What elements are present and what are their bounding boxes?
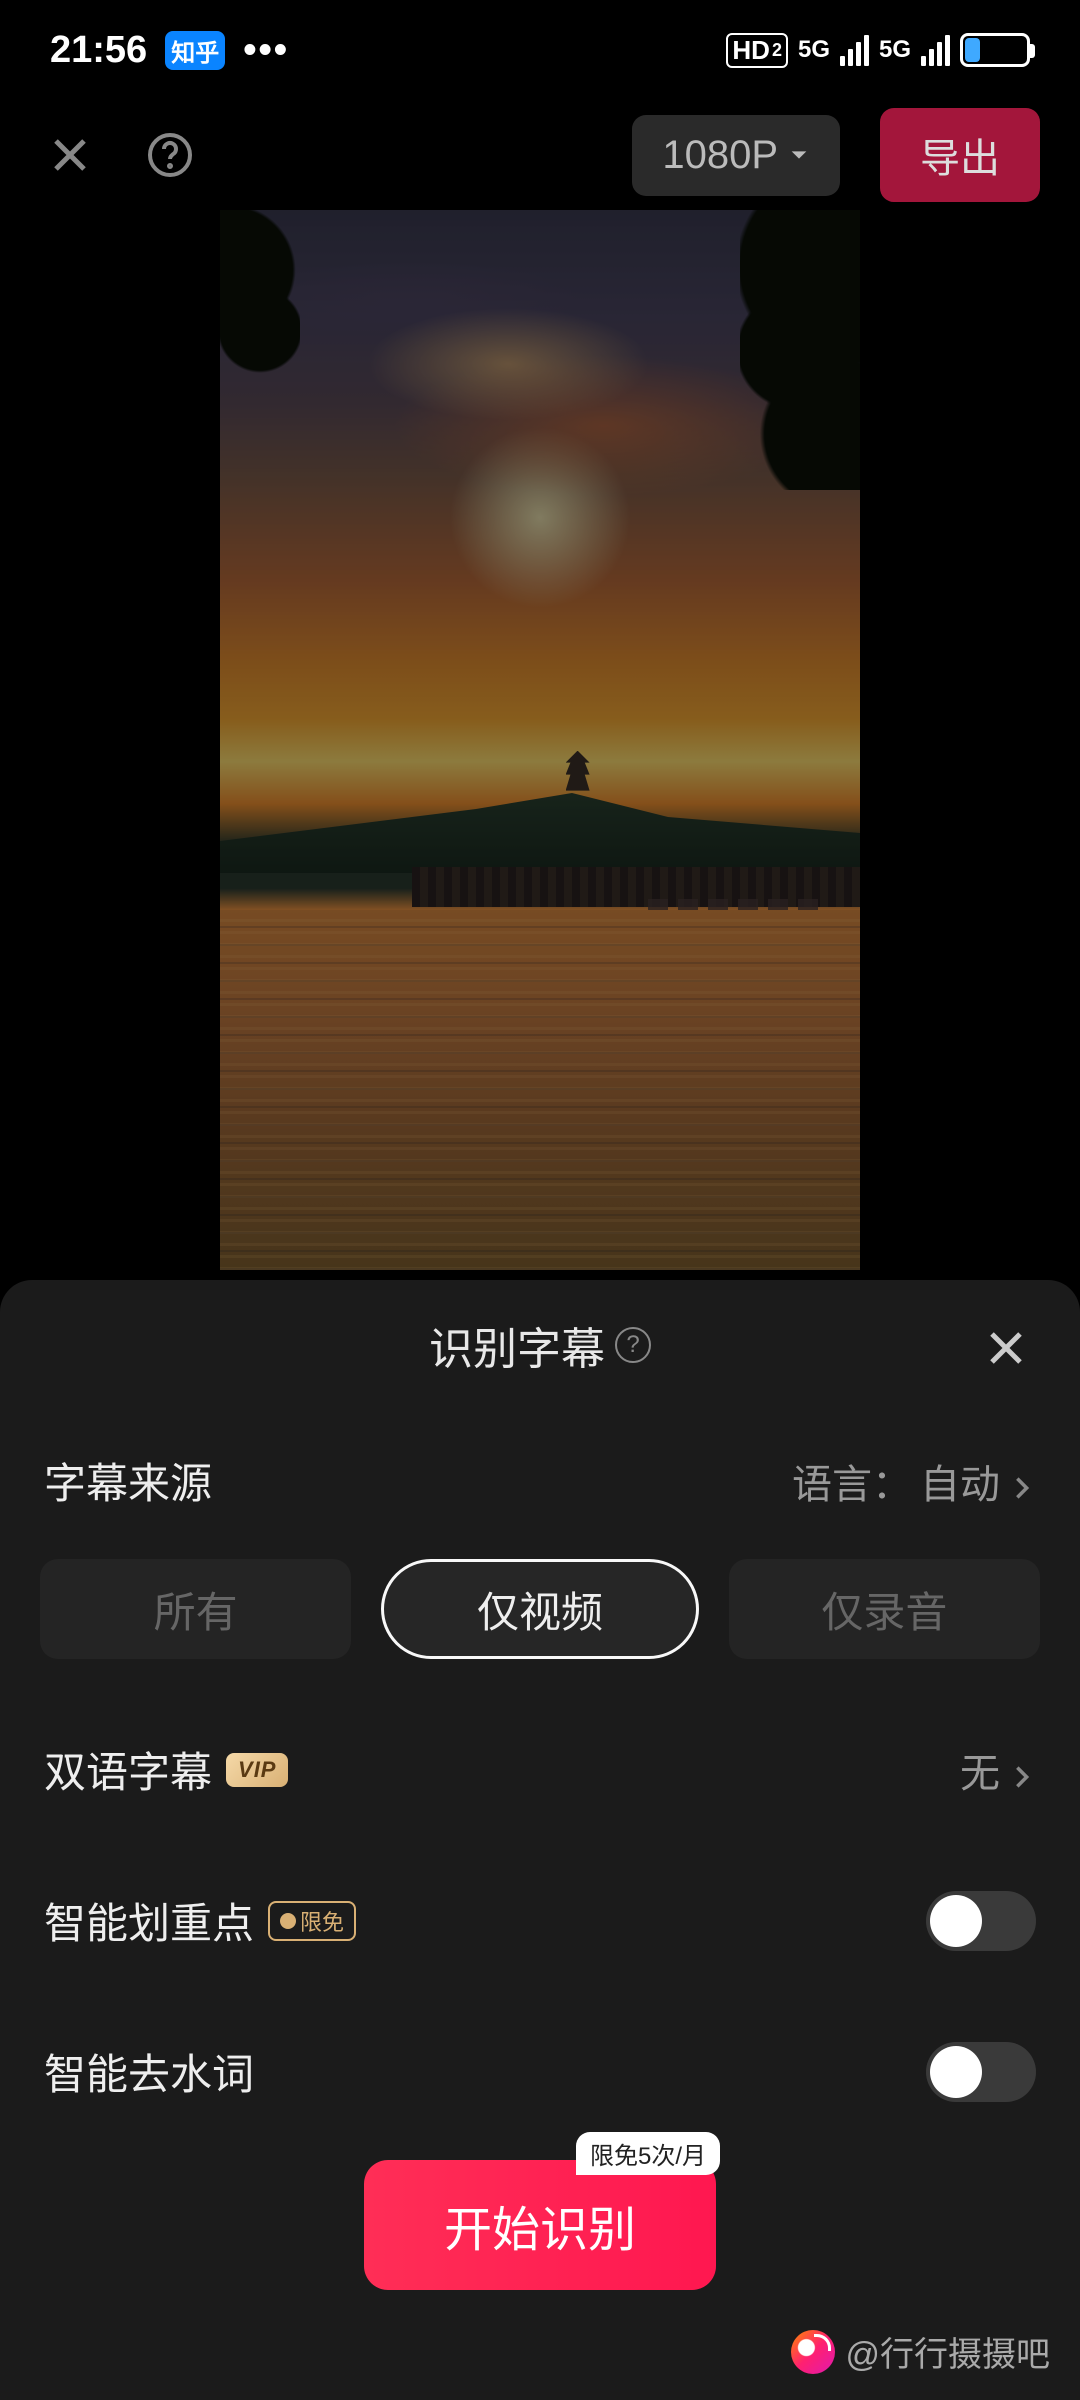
close-button[interactable] (40, 125, 100, 185)
weibo-handle: @行行摄摄吧 (845, 2327, 1050, 2376)
highlight-toggle[interactable] (926, 1891, 1036, 1951)
panel-close-button[interactable] (982, 1324, 1030, 1372)
tab-all[interactable]: 所有 (40, 1559, 351, 1659)
chevron-right-icon (1008, 1467, 1036, 1495)
free-badge-icon: 限免 (268, 1901, 356, 1941)
preview-area (0, 210, 1080, 1270)
start-recognition-button[interactable]: 开始识别 (364, 2160, 716, 2290)
chevron-right-icon (1008, 1756, 1036, 1784)
highlight-row: 智能划重点 限免 (40, 1850, 1040, 1991)
bilingual-value: 无 (960, 1741, 1036, 1799)
chevron-down-icon (788, 144, 810, 166)
highlight-label: 智能划重点 限免 (44, 1890, 356, 1951)
status-right: HD2 5G 5G (726, 33, 1030, 68)
resolution-dropdown[interactable]: 1080P (632, 115, 840, 196)
signal-2-icon (921, 34, 950, 66)
source-tabs: 所有 仅视频 仅录音 (40, 1551, 1040, 1699)
network-2-label: 5G (879, 36, 911, 64)
hd-icon: HD2 (726, 33, 788, 68)
more-notifications-icon: ••• (243, 29, 289, 72)
video-preview[interactable] (220, 210, 860, 1270)
remove-filler-toggle[interactable] (926, 2042, 1036, 2102)
export-button[interactable]: 导出 (880, 108, 1040, 202)
editor-top-bar: 1080P 导出 (0, 100, 1080, 210)
signal-1-icon (840, 34, 869, 66)
remove-filler-label: 智能去水词 (44, 2041, 254, 2102)
weibo-icon (791, 2330, 835, 2374)
remove-filler-row: 智能去水词 (40, 2001, 1040, 2142)
weibo-watermark: @行行摄摄吧 (791, 2327, 1050, 2376)
source-row: 字幕来源 语言： 自动 (40, 1410, 1040, 1551)
network-1-label: 5G (798, 36, 830, 64)
help-button[interactable] (140, 125, 200, 185)
source-label: 字幕来源 (44, 1450, 212, 1511)
resolution-value: 1080P (662, 133, 778, 178)
status-left: 21:56 知乎 ••• (50, 29, 289, 72)
battery-icon (960, 33, 1030, 67)
tab-audio-only[interactable]: 仅录音 (729, 1559, 1040, 1659)
bilingual-label: 双语字幕 VIP (44, 1739, 288, 1800)
bilingual-row[interactable]: 双语字幕 VIP 无 (40, 1699, 1040, 1840)
status-time: 21:56 (50, 29, 147, 72)
panel-header: 识别字幕 ? (40, 1280, 1040, 1410)
tab-video-only[interactable]: 仅视频 (381, 1559, 698, 1659)
status-bar: 21:56 知乎 ••• HD2 5G 5G (0, 0, 1080, 100)
language-selector[interactable]: 语言： 自动 (792, 1452, 1036, 1510)
language-prefix: 语言： (792, 1452, 912, 1510)
help-icon[interactable]: ? (615, 1327, 651, 1363)
panel-footer: 限免5次/月 开始识别 (0, 2160, 1080, 2290)
subtitle-panel: 识别字幕 ? 字幕来源 语言： 自动 所有 仅视频 仅录音 双语字幕 VIP 无 (0, 1280, 1080, 2400)
quota-badge: 限免5次/月 (576, 2132, 720, 2175)
vip-badge-icon: VIP (226, 1753, 288, 1787)
panel-title: 识别字幕 ? (40, 1313, 1040, 1377)
language-value: 自动 (920, 1452, 1000, 1510)
zhihu-app-icon: 知乎 (165, 31, 225, 70)
